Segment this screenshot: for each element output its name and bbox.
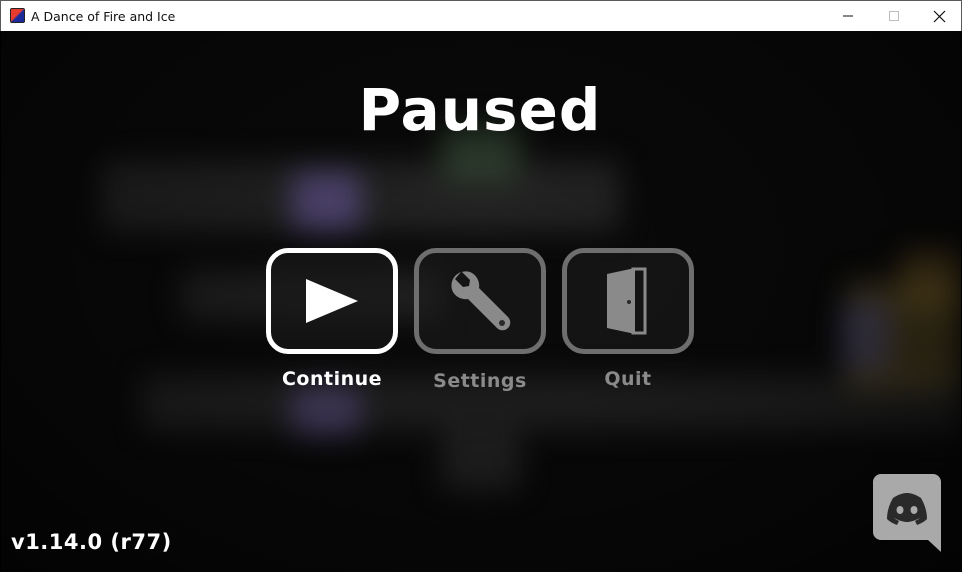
play-icon [306,279,358,323]
maximize-button[interactable] [871,1,917,31]
window-titlebar[interactable]: A Dance of Fire and Ice [0,0,962,31]
paused-title: Paused [358,76,602,144]
window-title: A Dance of Fire and Ice [31,9,176,24]
wrench-icon [451,271,511,331]
discord-button[interactable] [873,474,941,552]
minimize-icon [843,15,853,17]
settings-label: Settings [433,370,527,392]
close-button[interactable] [916,1,962,31]
close-icon [933,10,945,22]
continue-button[interactable] [266,248,398,354]
quit-button[interactable] [562,248,694,354]
quit-label: Quit [604,368,652,390]
settings-button[interactable] [414,248,546,354]
minimize-button[interactable] [825,1,871,31]
door-icon [607,267,647,335]
discord-icon [873,474,941,552]
adofai-app-icon [10,8,25,23]
maximize-icon [889,11,899,21]
continue-label: Continue [281,368,383,390]
version-label: v1.14.0 (r77) [11,530,172,554]
